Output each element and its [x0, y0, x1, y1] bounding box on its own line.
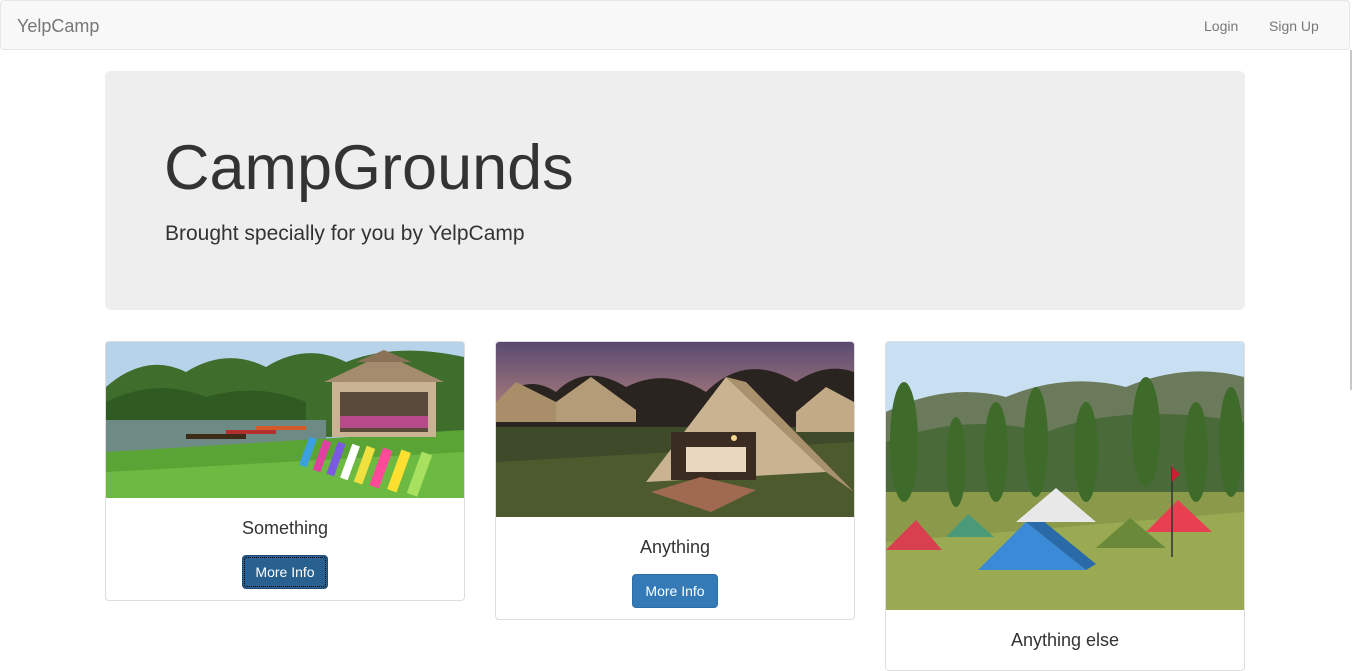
brand-link[interactable]: YelpCamp — [17, 16, 99, 37]
signup-link[interactable]: Sign Up — [1269, 18, 1319, 34]
glamping-tent-image — [496, 342, 854, 517]
lake-gazebo-image — [106, 342, 464, 498]
campground-card: Anything else — [885, 341, 1245, 671]
campground-name: Anything else — [1010, 630, 1120, 650]
campground-image[interactable] — [106, 342, 464, 498]
campground-name: Anything — [639, 537, 711, 557]
navbar: YelpCamp Login Sign Up — [0, 0, 1350, 50]
jumbotron: CampGrounds Brought specially for you by… — [105, 71, 1245, 310]
campground-card: Anything More Info — [495, 341, 855, 620]
campground-image[interactable] — [496, 342, 854, 517]
button-row: More Info — [496, 558, 854, 608]
page-subtitle: Brought specially for you by YelpCamp — [165, 222, 525, 245]
login-link[interactable]: Login — [1204, 18, 1238, 34]
mountain-tents-image — [886, 342, 1244, 610]
more-info-button[interactable]: More Info — [242, 555, 328, 589]
page-title: CampGrounds — [164, 133, 574, 203]
campground-card: Something More Info — [105, 341, 465, 601]
button-row: More Info — [106, 539, 464, 589]
more-info-button[interactable]: More Info — [632, 574, 718, 608]
campground-name: Something — [241, 518, 329, 538]
campground-image[interactable] — [886, 342, 1244, 610]
